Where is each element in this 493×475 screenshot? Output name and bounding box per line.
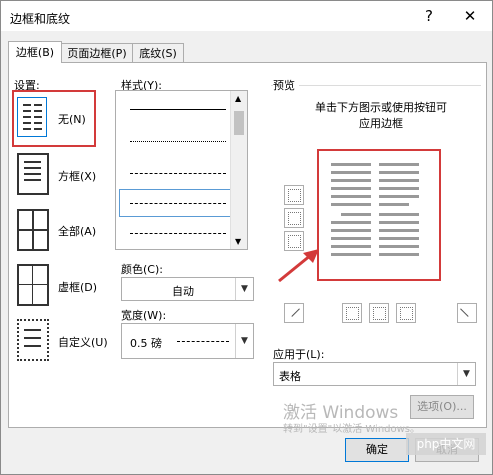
width-line-preview: [177, 341, 229, 342]
scroll-down-icon[interactable]: ▼: [235, 237, 241, 246]
activate-windows-hint: 转到"设置"以激活 Windows。: [283, 424, 421, 435]
style-dotted[interactable]: [130, 141, 226, 142]
color-select[interactable]: 自动 ▼: [121, 277, 254, 301]
preview-label: 预览: [273, 77, 299, 93]
border-inside-v-button[interactable]: [369, 303, 389, 323]
apply-to-label: 应用于(L):: [273, 348, 325, 361]
border-all-icon[interactable]: [17, 209, 49, 251]
preview-highlight: [317, 149, 441, 281]
width-value: 0.5 磅: [130, 337, 162, 350]
chevron-down-icon: ▼: [235, 324, 253, 358]
close-button[interactable]: ✕: [456, 4, 484, 28]
preview-divider: [271, 85, 481, 86]
apply-to-value: 表格: [279, 370, 301, 383]
style-dash-dot[interactable]: [130, 233, 226, 234]
style-list[interactable]: ▲ ▼: [115, 90, 248, 250]
color-value: 自动: [172, 285, 194, 298]
border-right-button[interactable]: [396, 303, 416, 323]
style-dash[interactable]: [130, 203, 226, 204]
tab-borders[interactable]: 边框(B): [8, 41, 62, 63]
diagonal-down-button[interactable]: [284, 303, 304, 323]
diagonal-up-button[interactable]: [457, 303, 477, 323]
border-grid-icon[interactable]: [17, 264, 49, 306]
options-button[interactable]: 选项(O)...: [410, 395, 474, 419]
width-select[interactable]: 0.5 磅 ▼: [121, 323, 254, 359]
setting-box-label[interactable]: 方框(X): [58, 168, 96, 184]
border-none-icon[interactable]: [17, 97, 47, 137]
borders-shading-dialog: 边框和底纹 ? ✕ 边框(B) 页面边框(P) 底纹(S) 设置: 无(N) 方…: [0, 0, 493, 475]
preview-hint-2: 应用边框: [359, 117, 403, 130]
php-watermark-badge: php中文网: [406, 433, 486, 455]
style-dash-small[interactable]: [130, 173, 226, 174]
tab-shading[interactable]: 底纹(S): [132, 43, 184, 63]
setting-all-label[interactable]: 全部(A): [58, 223, 96, 239]
border-box-icon[interactable]: [17, 153, 49, 195]
dialog-title: 边框和底纹: [10, 12, 71, 26]
setting-grid-label[interactable]: 虚框(D): [58, 279, 97, 295]
ok-button[interactable]: 确定: [345, 438, 409, 462]
setting-custom-label[interactable]: 自定义(U): [58, 334, 108, 350]
style-scrollbar[interactable]: ▲ ▼: [230, 91, 247, 249]
chevron-down-icon: ▼: [235, 278, 253, 300]
tab-page-border[interactable]: 页面边框(P): [61, 43, 133, 63]
setting-none-label[interactable]: 无(N): [58, 111, 86, 127]
border-inside-h-button[interactable]: [284, 208, 304, 228]
border-custom-icon[interactable]: [17, 319, 49, 361]
red-arrow-icon: [278, 249, 319, 283]
width-label: 宽度(W):: [121, 309, 167, 322]
color-label: 颜色(C):: [121, 263, 163, 276]
chevron-down-icon: ▼: [457, 363, 475, 385]
help-button[interactable]: ?: [415, 4, 443, 28]
scroll-thumb[interactable]: [234, 111, 244, 135]
scroll-up-icon[interactable]: ▲: [235, 94, 241, 103]
preview-hint-1: 单击下方图示或使用按钮可: [315, 101, 447, 114]
title-bar: 边框和底纹 ? ✕: [1, 1, 492, 31]
border-left-button[interactable]: [342, 303, 362, 323]
style-solid[interactable]: [130, 109, 226, 110]
border-top-button[interactable]: [284, 185, 304, 205]
apply-to-select[interactable]: 表格 ▼: [273, 362, 476, 386]
